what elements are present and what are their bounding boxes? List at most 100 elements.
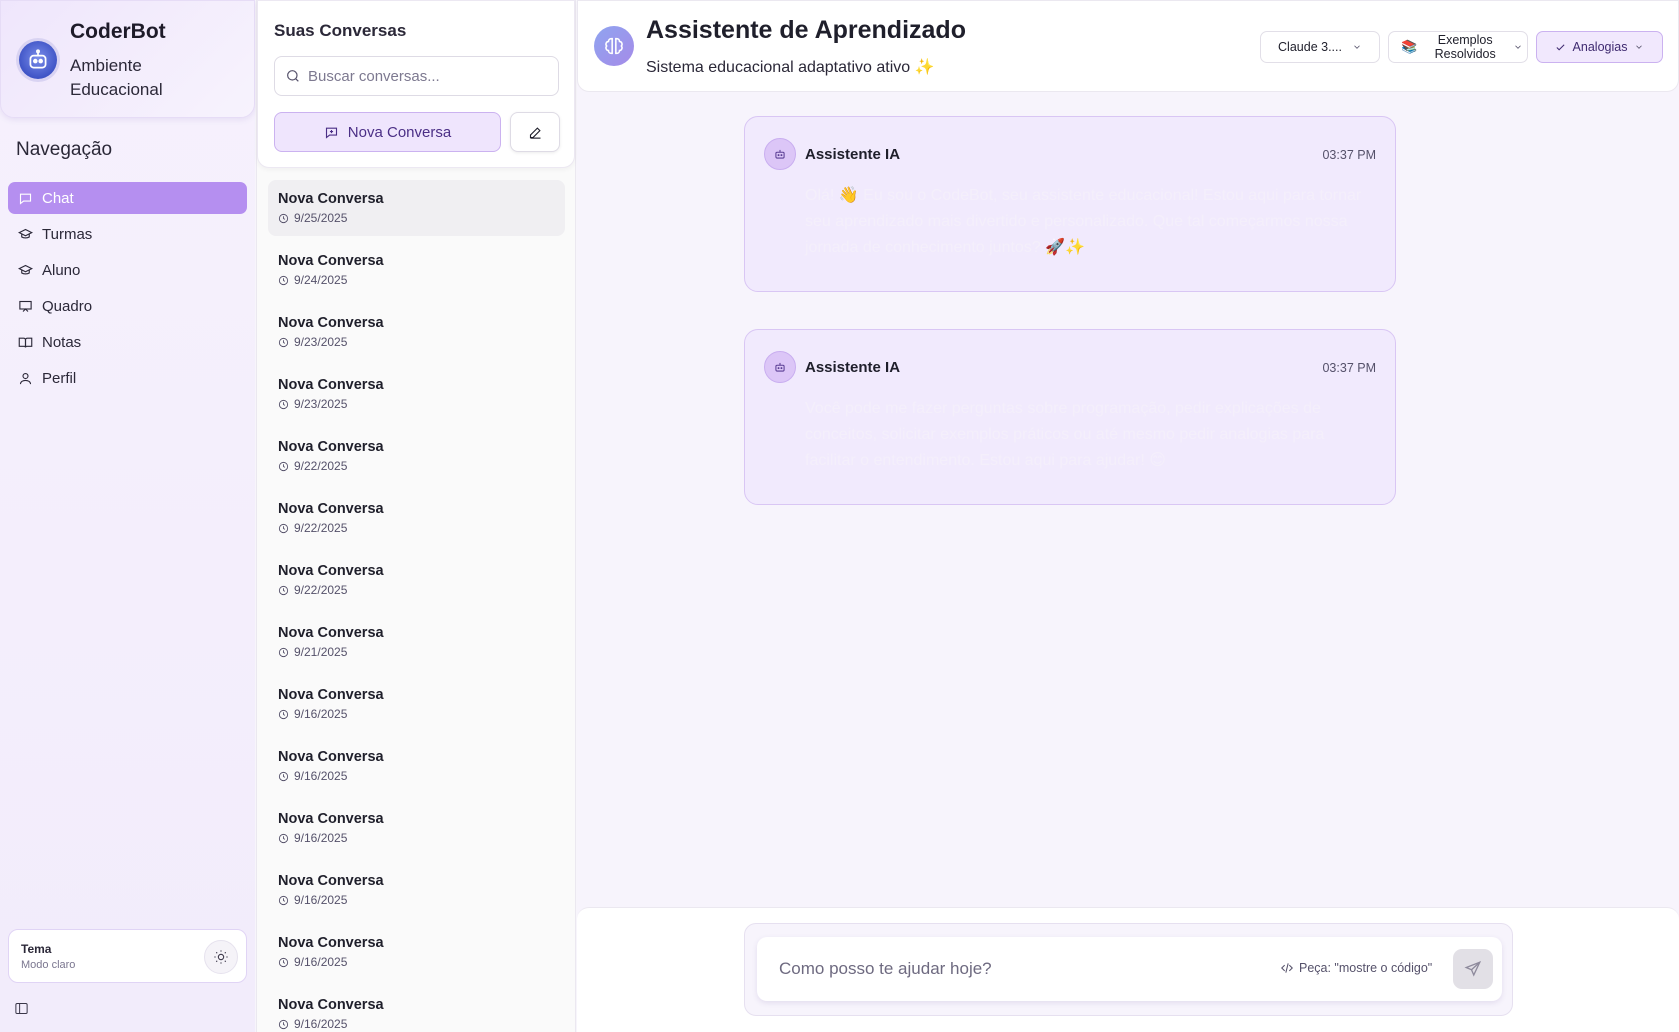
conversation-item[interactable]: Nova Conversa 9/16/2025 xyxy=(268,676,565,732)
clock-icon xyxy=(278,1019,289,1029)
books-icon: 📚 xyxy=(1401,39,1418,54)
edit-button[interactable] xyxy=(510,112,560,152)
new-conversation-button[interactable]: Nova Conversa xyxy=(274,112,501,152)
assistant-message: Assistente IA 03:37 PM Olá! 👋 Eu sou o C… xyxy=(744,116,1396,292)
conversation-date-text: 9/16/2025 xyxy=(294,893,348,907)
conversation-item[interactable]: Nova Conversa 9/16/2025 xyxy=(268,924,565,980)
conversation-name: Nova Conversa xyxy=(278,377,384,393)
conversation-item[interactable]: Nova Conversa 9/21/2025 xyxy=(268,614,565,670)
clock-icon xyxy=(278,213,289,223)
theme-toggle-button[interactable] xyxy=(204,940,238,974)
conversation-date: 9/16/2025 xyxy=(278,893,565,907)
clock-icon xyxy=(278,399,289,409)
brand-subtitle: Ambiente Educacional xyxy=(70,56,163,99)
nav-item-quadro[interactable]: Quadro xyxy=(8,290,247,322)
nav-item-label: Chat xyxy=(42,189,74,207)
conversation-name: Nova Conversa xyxy=(278,191,384,207)
conversation-name: Nova Conversa xyxy=(278,935,384,951)
conversation-item[interactable]: Nova Conversa 9/22/2025 xyxy=(268,552,565,608)
clock-icon xyxy=(278,275,289,285)
send-icon xyxy=(1464,961,1482,977)
nav-item-perfil[interactable]: Perfil xyxy=(8,362,247,394)
graduation-cap-icon xyxy=(17,226,33,242)
conversation-item[interactable]: Nova Conversa 9/22/2025 xyxy=(268,428,565,484)
search-box xyxy=(274,56,559,96)
conversation-item[interactable]: Nova Conversa 9/16/2025 xyxy=(268,986,565,1032)
conversation-date-text: 9/22/2025 xyxy=(294,459,348,473)
chevron-down-icon xyxy=(1636,45,1643,49)
conversation-item[interactable]: Nova Conversa 9/23/2025 xyxy=(268,366,565,422)
conversation-name: Nova Conversa xyxy=(278,749,384,765)
conversation-name: Nova Conversa xyxy=(278,501,384,517)
nav-sidebar: CoderBot Ambiente Educacional Navegação … xyxy=(0,0,255,1032)
conversation-item[interactable]: Nova Conversa 9/16/2025 xyxy=(268,800,565,856)
conversation-date-text: 9/22/2025 xyxy=(294,521,348,535)
conversation-date: 9/16/2025 xyxy=(278,707,565,721)
conversation-date: 9/22/2025 xyxy=(278,583,565,597)
new-conversation-label: Nova Conversa xyxy=(347,123,452,141)
analogies-select-value: Analogias xyxy=(1572,40,1628,54)
message-author: Assistente IA xyxy=(805,359,901,376)
nav-item-label: Notas xyxy=(42,333,82,351)
chevron-down-icon xyxy=(1354,45,1360,49)
nav-item-chat[interactable]: Chat xyxy=(8,182,247,214)
clock-icon xyxy=(278,771,289,781)
conversation-item[interactable]: Nova Conversa 9/23/2025 xyxy=(268,304,565,360)
conversation-date: 9/16/2025 xyxy=(278,955,565,969)
check-icon xyxy=(1556,43,1565,51)
message-text: Olá! 👋 Eu sou o CodeBot, seu assistente … xyxy=(805,187,1362,256)
conversation-date: 9/23/2025 xyxy=(278,397,565,411)
conversation-item[interactable]: Nova Conversa 9/16/2025 xyxy=(268,738,565,794)
composer: Peça: "mostre o código" xyxy=(744,923,1513,1016)
analogies-select[interactable]: Analogias xyxy=(1536,31,1663,63)
send-button[interactable] xyxy=(1453,949,1493,989)
code-hint: Peça: "mostre o código" xyxy=(1280,961,1432,975)
page-title: Assistente de Aprendizado xyxy=(646,16,966,44)
message-text: Você pode me fazer perguntas sobre progr… xyxy=(805,400,1325,469)
conversation-list: Nova Conversa 9/25/2025 Nova Conversa 9/24/… xyxy=(268,180,565,1032)
chat-icon xyxy=(17,190,33,206)
clock-icon xyxy=(278,709,289,719)
model-select-value: Claude 3.... xyxy=(1278,40,1342,54)
message-author: Assistente IA xyxy=(805,146,901,163)
conversation-date-text: 9/22/2025 xyxy=(294,583,348,597)
sidebar-panel-icon xyxy=(15,1003,28,1014)
assistant-message: Assistente IA 03:37 PM Você pode me faze… xyxy=(744,329,1396,505)
conversation-name: Nova Conversa xyxy=(278,873,384,889)
search-icon xyxy=(287,70,299,82)
conversation-item[interactable]: Nova Conversa 9/22/2025 xyxy=(268,490,565,546)
chat-header: Assistente de Aprendizado Sistema educac… xyxy=(577,0,1679,92)
search-input[interactable] xyxy=(308,57,553,95)
examples-select-value: Exemplos Resolvidos xyxy=(1425,33,1505,61)
conversation-date-text: 9/23/2025 xyxy=(294,397,348,411)
message-input[interactable] xyxy=(779,937,1239,1001)
clock-icon xyxy=(278,337,289,347)
nav-item-aluno[interactable]: Aluno xyxy=(8,254,247,286)
sidebar-toggle-button[interactable] xyxy=(14,1001,30,1017)
chat-plus-icon xyxy=(325,127,337,139)
conversation-name: Nova Conversa xyxy=(278,315,384,331)
conversation-item[interactable]: Nova Conversa 9/24/2025 xyxy=(268,242,565,298)
conversations-title: Suas Conversas xyxy=(274,21,407,40)
model-select[interactable]: Claude 3.... xyxy=(1260,31,1380,63)
user-icon xyxy=(17,370,33,386)
nav-item-turmas[interactable]: Turmas xyxy=(8,218,247,250)
clock-icon xyxy=(278,895,289,905)
clock-icon xyxy=(278,647,289,657)
conversation-item[interactable]: Nova Conversa 9/25/2025 xyxy=(268,180,565,236)
conversation-date: 9/22/2025 xyxy=(278,521,565,535)
message-time: 03:37 PM xyxy=(1322,361,1376,375)
conversation-date: 9/16/2025 xyxy=(278,1017,565,1031)
nav-item-label: Turmas xyxy=(42,225,93,243)
nav-item-notas[interactable]: Notas xyxy=(8,326,247,358)
examples-select[interactable]: 📚 Exemplos Resolvidos xyxy=(1388,31,1528,63)
bot-icon xyxy=(764,351,796,383)
clock-icon xyxy=(278,461,289,471)
conversation-name: Nova Conversa xyxy=(278,687,384,703)
conversation-date: 9/22/2025 xyxy=(278,459,565,473)
conversation-item[interactable]: Nova Conversa 9/16/2025 xyxy=(268,862,565,918)
clock-icon xyxy=(278,833,289,843)
bot-icon xyxy=(764,138,796,170)
composer-box: Peça: "mostre o código" xyxy=(757,937,1502,1001)
graduation-cap-icon xyxy=(17,262,33,278)
